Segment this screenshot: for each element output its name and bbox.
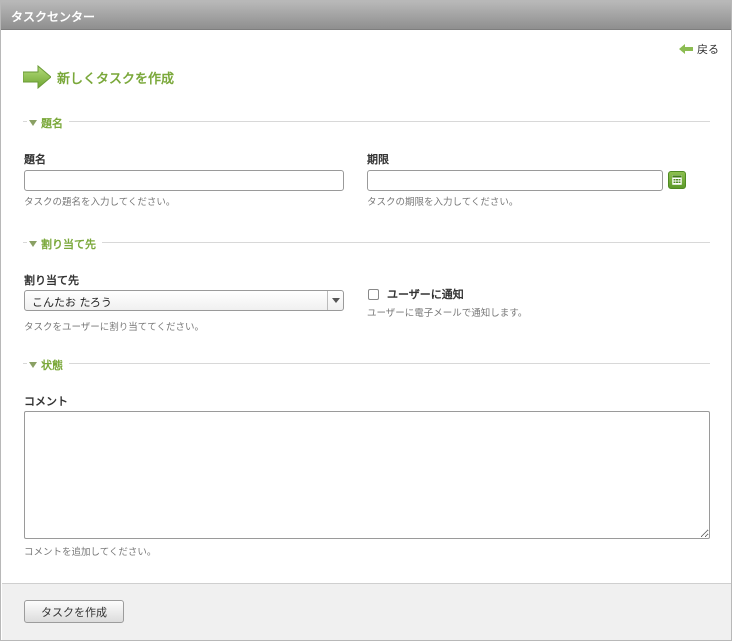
title-input[interactable] — [24, 170, 344, 191]
comment-hint: コメントを追加してください。 — [24, 547, 157, 558]
assignee-hint: タスクをユーザーに割り当ててください。 — [24, 322, 205, 333]
notify-label: ユーザーに通知 — [387, 288, 464, 301]
triangle-down-icon — [29, 241, 37, 247]
create-task-button[interactable]: タスクを作成 — [24, 600, 124, 623]
calendar-icon — [672, 175, 682, 185]
page-heading: 新しくタスクを作成 — [23, 65, 174, 89]
section-status[interactable]: 状態 — [23, 357, 710, 373]
notify-checkbox[interactable] — [368, 289, 379, 300]
section-assign-label: 割り当て先 — [41, 238, 96, 251]
assignee-select[interactable]: こんたお たろう — [24, 290, 344, 311]
calendar-button[interactable] — [668, 171, 686, 189]
triangle-down-icon — [29, 362, 37, 368]
triangle-down-icon — [29, 120, 37, 126]
section-status-label: 状態 — [41, 359, 63, 372]
form-footer: タスクを作成 — [2, 583, 731, 640]
title-label: 題名 — [24, 153, 46, 166]
back-label: 戻る — [697, 43, 719, 56]
assignee-selected: こんたお たろう — [32, 296, 112, 309]
section-assign[interactable]: 割り当て先 — [23, 236, 710, 252]
title-hint: タスクの題名を入力してください。 — [24, 197, 176, 208]
due-hint: タスクの期限を入力してください。 — [367, 197, 519, 208]
due-input[interactable] — [367, 170, 663, 191]
due-label: 期限 — [367, 153, 389, 166]
notify-hint: ユーザーに電子メールで通知します。 — [367, 308, 528, 319]
section-title-label: 題名 — [41, 117, 63, 130]
page-title: 新しくタスクを作成 — [57, 71, 175, 87]
back-link[interactable]: 戻る — [679, 41, 719, 57]
chevron-down-icon — [327, 291, 343, 310]
section-title[interactable]: 題名 — [23, 115, 710, 131]
assignee-label: 割り当て先 — [24, 274, 79, 287]
arrow-right-icon — [23, 65, 51, 89]
task-center-window: タスクセンター 戻る 新しくタスクを作成 題名 題名 タスクの題名を入力してくだ… — [0, 0, 732, 641]
comment-label: コメント — [24, 395, 68, 408]
back-arrow-icon — [679, 44, 693, 54]
comment-textarea[interactable] — [24, 411, 710, 539]
title-bar: タスクセンター — [1, 1, 731, 30]
window-title: タスクセンター — [11, 10, 96, 24]
